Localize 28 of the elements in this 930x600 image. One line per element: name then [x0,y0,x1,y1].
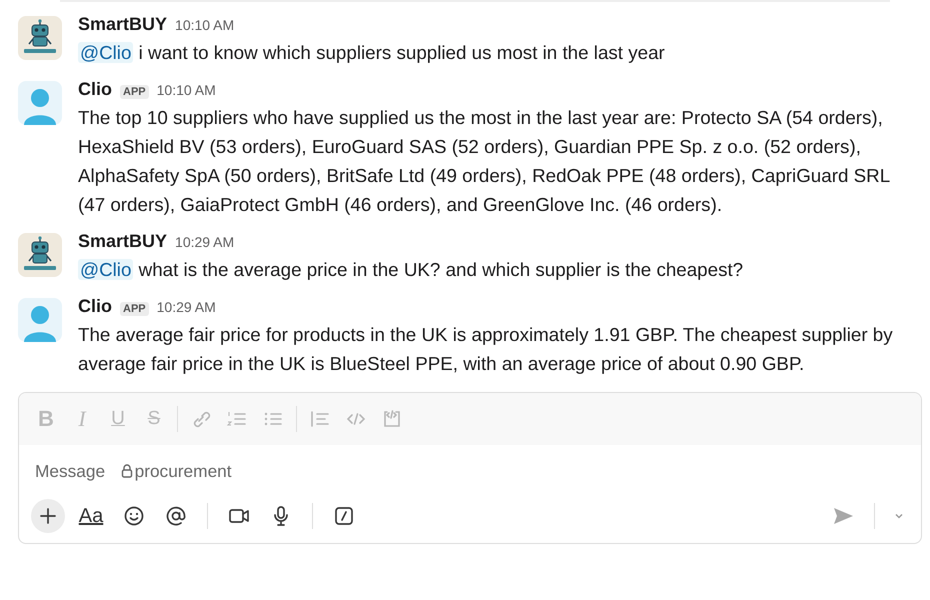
author-name[interactable]: Clio [78,296,112,317]
message-text: @Clio i want to know which suppliers supplied us most in the last year [78,41,666,65]
slash-command-icon [332,504,356,528]
message-text: The average fair price for products in the UK is approximately 1.91 GBP. The cheapest supplier by average fair price in the UK is BlueSteel PPE, with an average price of about 0.90 GBP. [78,323,894,376]
message-text: @Clio what is the average price in the UK? and which supplier is the cheapest? [78,258,744,282]
avatar [18,81,62,125]
at-sign-icon [164,504,188,528]
app-badge: APP [120,302,149,316]
lock-icon [120,464,133,478]
timestamp[interactable]: 10:10 AM [156,82,216,98]
timestamp[interactable]: 10:10 AM [175,17,234,33]
mention-link[interactable]: @Clio [78,42,134,63]
emoji-icon [122,504,146,528]
message-input[interactable]: Message [35,460,115,482]
author-name[interactable]: SmartBUY [78,14,168,35]
plus-button[interactable] [31,499,65,533]
mention-link[interactable]: @Clio [78,259,134,280]
avatar [18,298,62,342]
bot-logo-avatar [18,233,62,277]
bot-logo-avatar [18,16,62,60]
timestamp[interactable]: 10:29 AM [175,234,234,250]
channel-name: procurement [134,460,232,482]
author-name[interactable]: Clio [78,79,112,100]
message-text: The top 10 suppliers who have supplied us the most in the last year are: Protecto SA (54 orders), HexaShield BV (53 orders), EuroGuard SAS (52 orders), Guardian PPE Sp. z o.o. (52 orders), AlphaSafety SpA (50 orders), BritSafe Ltd (49 orders), RedOak PPE (48 orders), CapriGuard SRL (47 orders), GaiaProtect GmbH (46 orders), and GreenGlove Inc. (46 orders). [78,106,891,217]
timestamp[interactable]: 10:29 AM [156,299,216,315]
formatting-toggle-button[interactable]: Aa [73,499,109,533]
app-badge: APP [120,85,149,99]
author-name[interactable]: SmartBUY [78,231,168,252]
